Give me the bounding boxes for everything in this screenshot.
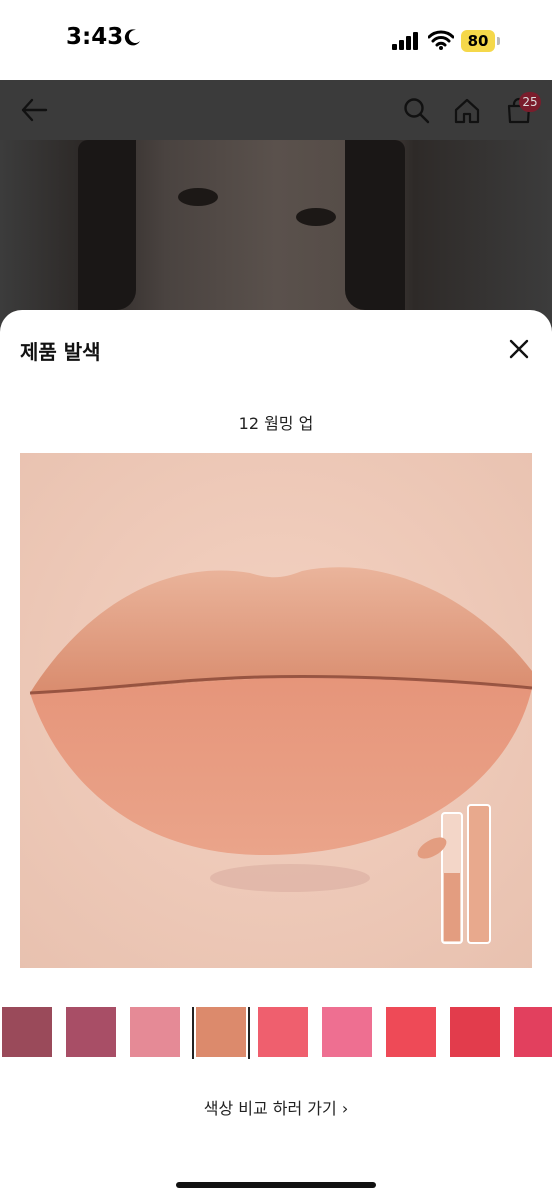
color-swatch[interactable]	[322, 1007, 372, 1057]
back-arrow-icon[interactable]	[20, 97, 48, 127]
color-swatch[interactable]	[66, 1007, 116, 1057]
status-time: 3:43	[66, 24, 124, 50]
lip-swatch-photo	[20, 453, 532, 968]
color-swatch-row	[0, 1007, 552, 1059]
compare-colors-link[interactable]: 색상 비교 하러 가기 ›	[0, 1095, 552, 1119]
signal-icon	[392, 32, 420, 54]
close-button[interactable]	[504, 334, 534, 364]
cart-count-badge: 25	[519, 92, 541, 112]
hero-eye-left	[178, 188, 218, 206]
hero-hair-right	[345, 140, 405, 310]
color-swatch[interactable]	[514, 1007, 552, 1057]
home-icon[interactable]	[453, 97, 481, 129]
color-swatch[interactable]	[450, 1007, 500, 1057]
color-swatch[interactable]	[192, 1007, 250, 1059]
hero-hair-left	[78, 140, 136, 310]
home-indicator	[176, 1182, 376, 1188]
shade-name: 12 웜밍 업	[238, 414, 314, 433]
sheet-title: 제품 발색	[20, 340, 101, 364]
color-swatch[interactable]	[130, 1007, 180, 1057]
color-swatch-sheet: 제품 발색 12 웜밍 업 색상 비교 하러 가기 ›	[0, 310, 552, 1200]
battery-indicator: 80	[461, 30, 495, 52]
color-swatch[interactable]	[2, 1007, 52, 1057]
color-swatch[interactable]	[386, 1007, 436, 1057]
status-bar: 3:43 80	[0, 0, 552, 80]
color-swatch[interactable]	[258, 1007, 308, 1057]
search-icon[interactable]	[403, 97, 431, 129]
close-icon	[509, 339, 529, 359]
battery-tip	[497, 37, 500, 45]
hero-eye-right	[296, 208, 336, 226]
moon-icon	[124, 28, 142, 50]
wifi-icon	[427, 30, 455, 54]
